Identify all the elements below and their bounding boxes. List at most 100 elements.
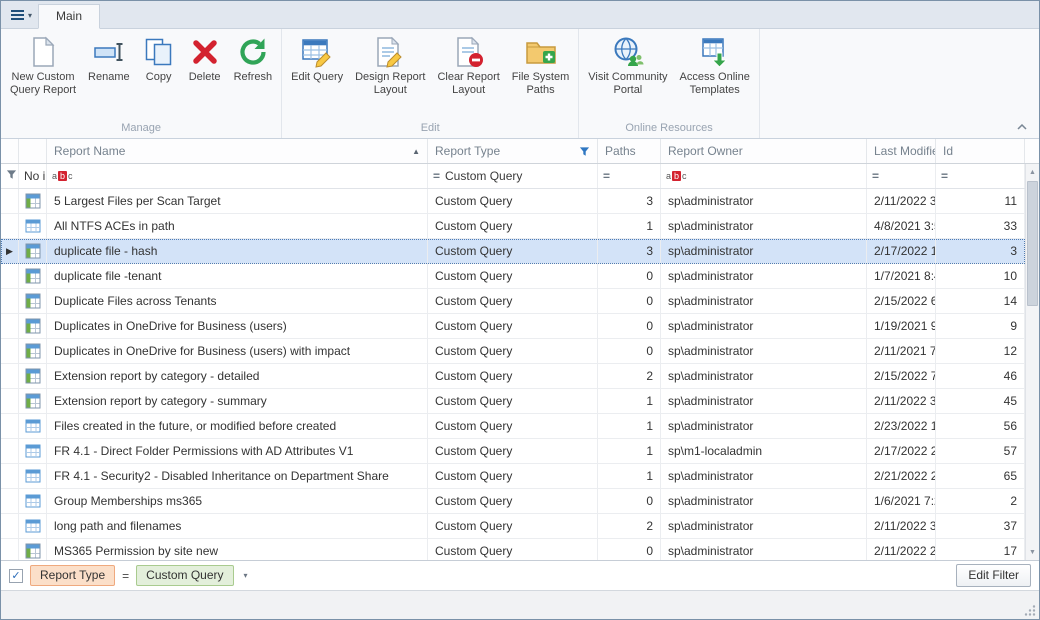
new-custom-query-report-button[interactable]: New Custom Query Report [4, 32, 82, 99]
table-row[interactable]: ▶duplicate file - hashCustom Query3sp\ad… [1, 239, 1025, 264]
ribbon-button-label: Rename [88, 71, 130, 84]
table-row[interactable]: Duplicates in OneDrive for Business (use… [1, 314, 1025, 339]
clear-report-layout-button[interactable]: Clear Report Layout [431, 32, 505, 99]
cell-modified: 2/11/2022 3:... [867, 189, 936, 214]
filter-funnel-icon[interactable] [579, 146, 590, 157]
ribbon-group-online-resources: Visit Community PortalAccess Online Temp… [579, 29, 760, 138]
tab-main[interactable]: Main [38, 4, 100, 29]
filter-cell-name[interactable]: abc [47, 164, 428, 188]
app-window: ▾ Main New Custom Query Report Rename Copy… [0, 0, 1040, 620]
vertical-scrollbar[interactable]: ▲ ▼ [1025, 164, 1039, 560]
delete-button[interactable]: Delete [182, 32, 228, 86]
cell-type: Custom Query [428, 364, 598, 389]
rename-button[interactable]: Rename [82, 32, 136, 86]
refresh-button[interactable]: Refresh [228, 32, 279, 86]
filter-row-funnel-icon [6, 169, 17, 183]
ribbon-button-label: Refresh [234, 71, 273, 84]
cell-type: Custom Query [428, 389, 598, 414]
table-row[interactable]: Group Memberships ms365Custom Query0sp\a… [1, 489, 1025, 514]
filter-cell-icon-column[interactable]: No i... [19, 164, 47, 188]
design-report-layout-button[interactable]: Design Report Layout [349, 32, 431, 99]
cell-paths: 0 [598, 339, 661, 364]
pivot-report-icon [19, 314, 47, 339]
visit-community-portal-button[interactable]: Visit Community Portal [582, 32, 673, 99]
table-row[interactable]: All NTFS ACEs in pathCustom Query1sp\adm… [1, 214, 1025, 239]
ribbon-button-label: Design Report Layout [355, 71, 425, 97]
filter-dropdown-icon[interactable]: ▾ [241, 571, 251, 580]
edit-filter-button[interactable]: Edit Filter [956, 564, 1031, 587]
cell-name: MS365 Permission by site new [47, 539, 428, 560]
cell-owner: sp\administrator [661, 414, 867, 439]
table-row[interactable]: Duplicates in OneDrive for Business (use… [1, 339, 1025, 364]
table-report-icon [19, 214, 47, 239]
table-row[interactable]: 5 Largest Files per Scan TargetCustom Qu… [1, 189, 1025, 214]
cell-id: 56 [936, 414, 1025, 439]
table-row[interactable]: Extension report by category - summaryCu… [1, 389, 1025, 414]
column-header-type[interactable]: Report Type [428, 139, 598, 163]
cell-name: All NTFS ACEs in path [47, 214, 428, 239]
copy-button[interactable]: Copy [136, 32, 182, 86]
table-row[interactable]: duplicate file -tenantCustom Query0sp\ad… [1, 264, 1025, 289]
table-row[interactable]: FR 4.1 - Security2 - Disabled Inheritanc… [1, 464, 1025, 489]
column-header-modified[interactable]: Last Modified [867, 139, 936, 163]
filter-value-chip[interactable]: Custom Query [136, 565, 233, 586]
filter-cell-modified[interactable]: = [867, 164, 936, 188]
begins-with-operator-icon: abc [666, 171, 687, 181]
row-indicator-header [1, 139, 19, 163]
collapse-ribbon-button[interactable] [1013, 120, 1031, 134]
ribbon-group-edit: Edit Query Design Report LayoutClear Repo… [282, 29, 579, 138]
scroll-up-button[interactable]: ▲ [1026, 164, 1039, 180]
access-online-templates-button[interactable]: Access Online Templates [674, 32, 756, 99]
table-row[interactable]: long path and filenamesCustom Query2sp\a… [1, 514, 1025, 539]
column-header-paths[interactable]: Paths [598, 139, 661, 163]
ribbon-group-label: Online Resources [582, 121, 756, 138]
app-menu-button[interactable]: ▾ [7, 8, 38, 28]
cell-paths: 1 [598, 389, 661, 414]
cell-id: 65 [936, 464, 1025, 489]
begins-with-operator-icon: abc [52, 171, 73, 181]
ribbon-button-label: New Custom Query Report [10, 71, 76, 97]
table-row[interactable]: Extension report by category - detailedC… [1, 364, 1025, 389]
row-indicator [1, 189, 19, 214]
filter-cell-paths[interactable]: = [598, 164, 661, 188]
filter-cell-type[interactable]: =Custom Query [428, 164, 598, 188]
row-indicator [1, 314, 19, 339]
cell-paths: 2 [598, 364, 661, 389]
column-header-id[interactable]: Id [936, 139, 1025, 163]
filter-cell-id[interactable]: = [936, 164, 1025, 188]
grid-rows: 5 Largest Files per Scan TargetCustom Qu… [1, 189, 1025, 560]
ribbon-groups: New Custom Query Report Rename CopyDelete R… [1, 29, 760, 138]
cell-name: duplicate file -tenant [47, 264, 428, 289]
design-layout-icon [374, 36, 406, 68]
cell-modified: 1/7/2021 8:4... [867, 264, 936, 289]
scroll-down-button[interactable]: ▼ [1026, 544, 1039, 560]
cell-name: Extension report by category - detailed [47, 364, 428, 389]
filter-cell-text: No i... [24, 169, 47, 183]
ribbon-button-label: Edit Query [291, 71, 343, 84]
grid-auto-filter-row: No i...abc=Custom Query=abc== [1, 164, 1025, 189]
column-header-label: Paths [605, 144, 636, 158]
cell-paths: 0 [598, 489, 661, 514]
table-row[interactable]: FR 4.1 - Direct Folder Permissions with … [1, 439, 1025, 464]
equals-operator-icon: = [603, 169, 610, 183]
file-system-paths-button[interactable]: File System Paths [506, 32, 575, 99]
ribbon-group-label: Edit [285, 121, 575, 138]
table-row[interactable]: Files created in the future, or modified… [1, 414, 1025, 439]
cell-id: 2 [936, 489, 1025, 514]
table-row[interactable]: Duplicate Files across TenantsCustom Que… [1, 289, 1025, 314]
cell-paths: 1 [598, 414, 661, 439]
resize-grip[interactable] [1024, 604, 1036, 616]
cell-modified: 2/23/2022 1:... [867, 414, 936, 439]
filter-field-chip[interactable]: Report Type [30, 565, 115, 586]
filter-enabled-checkbox[interactable]: ✓ [9, 569, 23, 583]
filter-cell-owner[interactable]: abc [661, 164, 867, 188]
column-header-name[interactable]: Report Name▲ [47, 139, 428, 163]
cell-type: Custom Query [428, 239, 598, 264]
cell-id: 37 [936, 514, 1025, 539]
scrollbar-thumb[interactable] [1027, 181, 1038, 306]
edit-query-button[interactable]: Edit Query [285, 32, 349, 86]
cell-modified: 2/11/2022 3:... [867, 514, 936, 539]
filter-operator: = [122, 569, 129, 583]
column-header-owner[interactable]: Report Owner [661, 139, 867, 163]
table-row[interactable]: MS365 Permission by site newCustom Query… [1, 539, 1025, 560]
